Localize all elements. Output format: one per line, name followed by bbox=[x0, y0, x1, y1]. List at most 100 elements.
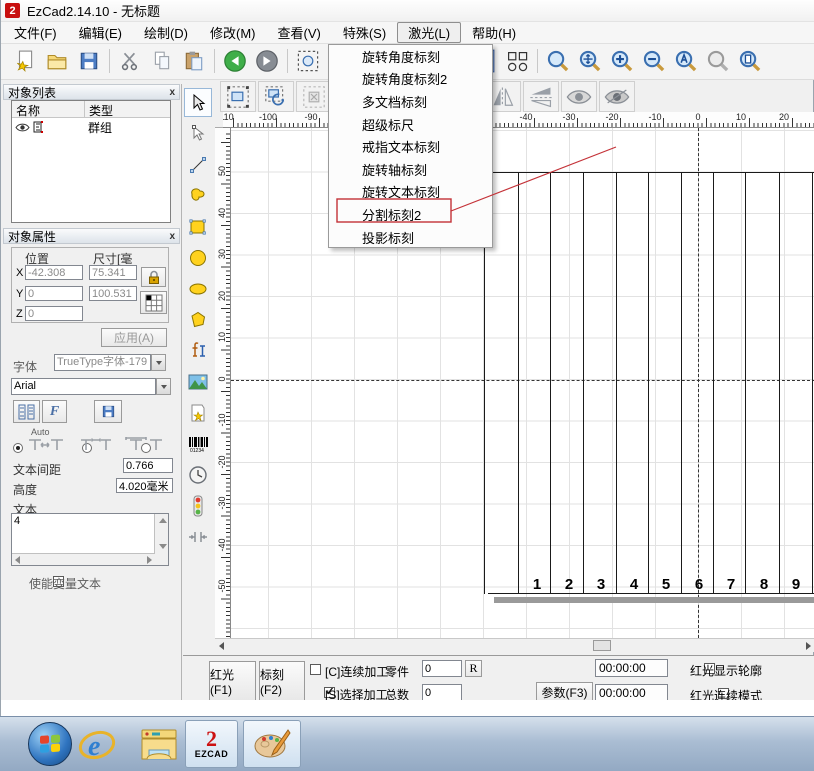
menu-draw[interactable]: 绘制(D) bbox=[133, 22, 199, 43]
reset-count-button[interactable]: R bbox=[465, 660, 482, 677]
object-list-close-icon[interactable]: x bbox=[169, 87, 175, 98]
font-name-dropdown[interactable]: Arial bbox=[11, 378, 171, 395]
continuous-checkbox[interactable] bbox=[310, 664, 321, 675]
object-vertical-line[interactable] bbox=[583, 172, 584, 594]
segment-number[interactable]: 3 bbox=[591, 576, 611, 593]
image-tool[interactable] bbox=[184, 367, 212, 396]
menu-file[interactable]: 文件(F) bbox=[3, 22, 68, 43]
line-tool[interactable] bbox=[184, 150, 212, 179]
column-header-name[interactable]: 名称 bbox=[12, 101, 85, 118]
laser-menu-rotary-axis[interactable]: 旋转轴标刻 bbox=[329, 158, 492, 181]
laser-menu-rotate-text[interactable]: 旋转文本标刻 bbox=[329, 181, 492, 204]
z-position-input[interactable] bbox=[25, 306, 83, 321]
zoom-page-button[interactable] bbox=[734, 45, 766, 77]
font-name-arrow-icon[interactable] bbox=[156, 378, 171, 395]
taskbar-ezcad-button[interactable]: 2 EZCAD bbox=[185, 720, 238, 768]
rectangle-tool[interactable] bbox=[184, 212, 212, 241]
char-space-input[interactable] bbox=[123, 458, 173, 473]
input-output-tool[interactable] bbox=[184, 522, 212, 551]
redo-button[interactable] bbox=[251, 45, 283, 77]
scroll-down-icon[interactable] bbox=[159, 544, 167, 549]
save-button[interactable] bbox=[73, 45, 105, 77]
scroll-up-icon[interactable] bbox=[159, 518, 167, 523]
menu-view[interactable]: 查看(V) bbox=[267, 22, 332, 43]
canvas-scroll-left-icon[interactable] bbox=[219, 642, 224, 650]
lock-ratio-button[interactable] bbox=[141, 267, 166, 287]
x-position-input[interactable] bbox=[25, 265, 83, 280]
menu-help[interactable]: 帮助(H) bbox=[461, 22, 527, 43]
save-font-param-button[interactable] bbox=[94, 400, 122, 423]
canvas-scroll-right-icon[interactable] bbox=[806, 642, 811, 650]
laser-menu-projection[interactable]: 投影标刻 bbox=[329, 226, 492, 249]
canvas-scroll-thumb[interactable] bbox=[593, 640, 611, 651]
column-header-type[interactable]: 类型 bbox=[85, 101, 170, 118]
object-baseline[interactable] bbox=[488, 593, 814, 594]
preview-eye-button[interactable] bbox=[561, 81, 597, 112]
object-vertical-line[interactable] bbox=[745, 172, 746, 594]
text-content-input[interactable]: 4 bbox=[12, 514, 153, 552]
menu-modify[interactable]: 修改(M) bbox=[199, 22, 267, 43]
node-edit-tool[interactable] bbox=[184, 119, 212, 148]
zoom-in-button[interactable] bbox=[606, 45, 638, 77]
select-tool[interactable] bbox=[184, 88, 212, 117]
clock-tool[interactable] bbox=[184, 460, 212, 489]
laser-menu-split-mark2[interactable]: 分割标刻2 bbox=[329, 203, 492, 226]
start-button[interactable] bbox=[28, 722, 72, 766]
object-row[interactable]: 群组 bbox=[12, 118, 170, 136]
undo-button[interactable] bbox=[219, 45, 251, 77]
italic-font-button[interactable]: F bbox=[42, 400, 67, 423]
zoom-pan-button[interactable] bbox=[574, 45, 606, 77]
text-vscrollbar[interactable] bbox=[154, 514, 168, 565]
text-layout-button[interactable] bbox=[13, 400, 40, 423]
object-vertical-line[interactable] bbox=[713, 172, 714, 594]
mirror-vertical-button[interactable] bbox=[523, 81, 559, 112]
part-count-input[interactable] bbox=[422, 660, 462, 677]
width-input[interactable] bbox=[89, 265, 137, 280]
taskbar-paint-button[interactable] bbox=[243, 720, 301, 768]
object-vertical-line[interactable] bbox=[779, 172, 780, 594]
object-vertical-line[interactable] bbox=[681, 172, 682, 594]
mark-button[interactable]: 标刻(F2) bbox=[259, 661, 305, 701]
circle-tool[interactable] bbox=[184, 243, 212, 272]
open-file-button[interactable] bbox=[41, 45, 73, 77]
font-type-arrow-icon[interactable] bbox=[151, 354, 166, 371]
segment-number[interactable]: 6 bbox=[689, 576, 709, 593]
array-grid-button[interactable] bbox=[140, 291, 167, 314]
font-type-dropdown[interactable]: TrueType字体-179 bbox=[54, 354, 166, 371]
menu-laser[interactable]: 激光(L) bbox=[397, 22, 461, 43]
ellipse-tool[interactable] bbox=[184, 274, 212, 303]
y-position-input[interactable] bbox=[25, 286, 83, 301]
vector-file-tool[interactable] bbox=[184, 398, 212, 427]
internet-explorer-button[interactable]: e bbox=[76, 725, 118, 765]
copy-button[interactable] bbox=[146, 45, 178, 77]
preview-eye-off-button[interactable] bbox=[599, 81, 635, 112]
select-param-button[interactable] bbox=[292, 45, 324, 77]
traffic-light-tool[interactable] bbox=[184, 491, 212, 520]
spacing-auto-radio[interactable] bbox=[13, 443, 23, 453]
drawing-canvas[interactable]: 1 2 3 4 5 6 7 8 9 bbox=[231, 128, 814, 638]
red-light-button[interactable]: 红光(F1) bbox=[209, 661, 256, 701]
segment-number[interactable]: 8 bbox=[754, 576, 774, 593]
object-vertical-line[interactable] bbox=[550, 172, 551, 594]
zoom-selection-button[interactable] bbox=[702, 45, 734, 77]
scroll-left-icon[interactable] bbox=[15, 556, 20, 564]
object-vertical-line[interactable] bbox=[518, 172, 519, 594]
height-size-input[interactable] bbox=[89, 286, 137, 301]
segment-number[interactable]: 1 bbox=[527, 576, 547, 593]
curve-tool[interactable] bbox=[184, 181, 212, 210]
object-vertical-line[interactable] bbox=[648, 172, 649, 594]
menu-edit[interactable]: 编辑(E) bbox=[68, 22, 133, 43]
segment-number[interactable]: 9 bbox=[786, 576, 806, 593]
text-height-input[interactable] bbox=[116, 478, 173, 493]
new-file-button[interactable] bbox=[9, 45, 41, 77]
laser-menu-multi-doc[interactable]: 多文档标刻 bbox=[329, 90, 492, 113]
scale-tool-button[interactable] bbox=[220, 81, 256, 112]
hatch-button[interactable] bbox=[501, 45, 533, 77]
text-tool[interactable] bbox=[184, 336, 212, 365]
visible-eye-icon[interactable] bbox=[15, 122, 30, 133]
total-count-input[interactable] bbox=[422, 684, 462, 701]
segment-number[interactable]: 4 bbox=[624, 576, 644, 593]
object-vertical-line[interactable] bbox=[812, 172, 813, 594]
zoom-window-button[interactable] bbox=[542, 45, 574, 77]
explorer-button[interactable] bbox=[136, 725, 182, 765]
